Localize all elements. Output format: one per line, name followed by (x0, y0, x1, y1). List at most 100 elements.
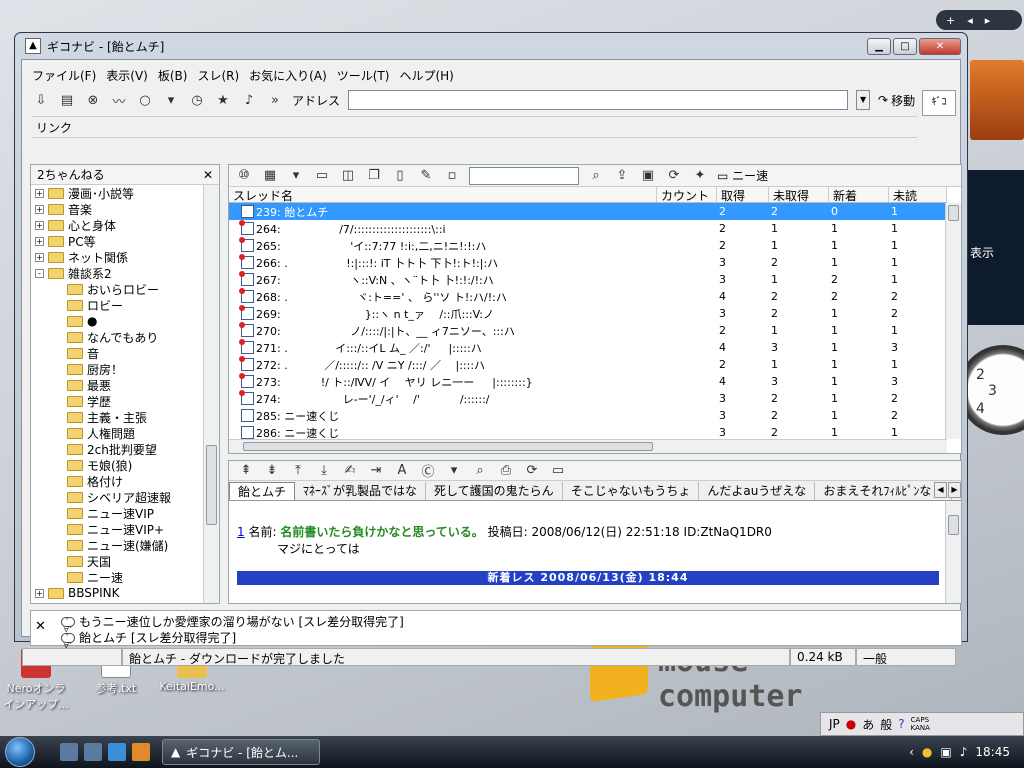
media-player-icon[interactable] (132, 743, 150, 761)
go-button[interactable]: ↷ 移動 (878, 92, 915, 109)
tree-node[interactable]: 厨房！ (67, 361, 123, 377)
table-row[interactable]: 285: ニー速くじ 3 2 1 2 (229, 407, 947, 424)
menu-favorites[interactable]: お気に入り(A) (249, 67, 327, 84)
table-row[interactable]: 267: ヽ::V:N 、ヽ¨ト卜 卜!:!:/!:ハ 3 1 2 1 (229, 271, 947, 288)
export-icon[interactable]: ⇪ (613, 167, 631, 185)
open-folder-icon[interactable]: ▣ (639, 167, 657, 185)
view-scroll-thumb[interactable] (948, 515, 959, 535)
tree-node[interactable]: + 心と身体 (35, 217, 116, 233)
count-100-icon[interactable]: Ⓒ (419, 462, 437, 480)
more-icon[interactable]: » (266, 91, 284, 109)
title-bar[interactable]: ▲ ギコナビ - [飴とムチ] ▁ □ ✕ (21, 33, 961, 59)
col-new[interactable]: 新着 (829, 187, 889, 202)
tree-node[interactable]: 音 (67, 345, 99, 361)
tree-node[interactable]: 天国 (67, 553, 111, 569)
table-row[interactable]: 271: . イ:::/::イL ム_ ／:/' |:::::ハ 4 3 1 3 (229, 339, 947, 356)
folder-icon[interactable]: ▭ (313, 167, 331, 185)
arrow-icon[interactable]: ⇥ (367, 462, 385, 480)
tree-node[interactable]: - 雑談系2 (35, 265, 112, 281)
switch-windows-icon[interactable] (84, 743, 102, 761)
tree-node[interactable]: 2ch批判要望 (67, 441, 157, 457)
post-number[interactable]: 1 (237, 525, 245, 539)
tree-node[interactable]: + ネット関係 (35, 249, 128, 265)
tree-node[interactable]: ニュー速VIP+ (67, 521, 164, 537)
tab-next-icon[interactable]: ▶ (948, 482, 961, 498)
tree-node[interactable]: なんでもあり (67, 329, 158, 345)
collapse-icon[interactable]: - (35, 268, 44, 278)
chart-icon[interactable]: 〰 (110, 91, 128, 110)
tab-3[interactable]: そこじゃないもうちょ (563, 481, 700, 500)
menu-tools[interactable]: ツール(T) (337, 67, 390, 84)
volume-icon[interactable]: ♪ (960, 745, 968, 759)
next-icon[interactable]: ▸ (985, 14, 991, 27)
list-hscroll-thumb[interactable] (243, 442, 653, 451)
sidebar-controls[interactable]: + ◂ ▸ (936, 10, 1022, 30)
edit-icon[interactable]: ✎ (417, 167, 435, 185)
table-row[interactable]: 274: レ-ー'/_/ィ' /' /::::::/ 3 2 1 2 (229, 390, 947, 407)
table-row[interactable]: 239: 飴とムチ 2 2 0 1 (229, 203, 947, 220)
menu-help[interactable]: ヘルプ(H) (399, 67, 453, 84)
col-count[interactable]: カウント (657, 187, 717, 202)
tab-prev-icon[interactable]: ◀ (934, 482, 947, 498)
expand-icon[interactable]: + (35, 204, 44, 214)
expand-icon[interactable]: + (35, 236, 44, 246)
ime-mode[interactable]: あ (862, 716, 874, 733)
timer-icon[interactable]: ◷ (188, 91, 206, 109)
expand-icon[interactable]: + (35, 588, 44, 598)
filter-combo[interactable] (469, 166, 579, 185)
small-icon[interactable]: ▫ (443, 167, 461, 185)
close-button[interactable]: ✕ (919, 37, 961, 55)
list-hscrollbar[interactable] (229, 439, 947, 453)
board-open-icon[interactable]: ▭ (549, 462, 567, 480)
tree-node[interactable]: 主義・主張 (67, 409, 147, 425)
tree-node[interactable]: + PC等 (35, 233, 96, 249)
ie-icon[interactable] (108, 743, 126, 761)
col-unread[interactable]: 未読 (889, 187, 947, 202)
help-icon[interactable]: ? (898, 717, 904, 731)
tree-node[interactable]: ロビー (67, 297, 123, 313)
tree-node[interactable]: 最悪 (67, 377, 111, 393)
count-10-icon[interactable]: ⑩ (235, 167, 253, 185)
ime-icon[interactable]: ● (846, 717, 856, 731)
tree-node[interactable]: 学歴 (67, 393, 111, 409)
address-dropdown[interactable]: ▼ (856, 90, 871, 110)
tree-node[interactable]: + 音楽 (35, 201, 92, 217)
split-icon[interactable]: ◫ (339, 167, 357, 185)
tab-5[interactable]: おまえそれﾌｨﾙﾋﾟﾝなじ (815, 481, 953, 500)
print-icon[interactable]: ⎙ (497, 462, 515, 480)
tree-node[interactable]: + 漫画･小説等 (35, 185, 134, 201)
dropdown-icon[interactable]: ▾ (287, 167, 305, 185)
expand-icon[interactable]: + (35, 252, 44, 262)
start-button[interactable] (0, 736, 40, 768)
table-row[interactable]: 269: }::ヽ n t_ァ /::爪:::V:ノ 3 2 1 2 (229, 305, 947, 322)
lang-label[interactable]: JP (829, 717, 840, 731)
tree-title[interactable]: 2ちゃんねる (37, 166, 105, 183)
close-log-icon[interactable]: ✕ (35, 619, 46, 634)
info-icon[interactable]: ● (922, 745, 932, 759)
link-label[interactable]: リンク (36, 121, 72, 135)
tree-scroll-thumb[interactable] (206, 445, 217, 525)
menu-board[interactable]: 板(B) (158, 67, 188, 84)
stop-icon[interactable]: ⊗ (84, 91, 102, 109)
view-scrollbar[interactable] (945, 501, 961, 603)
tree-node[interactable]: おいらロビー (67, 281, 159, 297)
table-row[interactable]: 272: . ／/:::::/:: /V ニY /:::/ ／ |::::ハ 2 1… (229, 356, 947, 373)
page-icon[interactable]: ▯ (391, 167, 409, 185)
menu-view[interactable]: 表示(V) (106, 67, 148, 84)
tree-node[interactable]: ニュー速(嫌儲) (67, 537, 168, 553)
download-icon[interactable]: ⇩ (32, 91, 50, 109)
menu-thread[interactable]: スレ(R) (197, 67, 239, 84)
down-icon[interactable]: ⤓ (315, 462, 333, 480)
tree-node[interactable]: ● (67, 313, 97, 329)
network-icon[interactable]: ▣ (940, 745, 951, 759)
dropdown-icon[interactable]: ▾ (162, 91, 180, 109)
expand-icon[interactable]: + (35, 188, 44, 198)
tree-scrollbar[interactable] (203, 185, 219, 603)
tree-body[interactable]: + 漫画･小説等 + 音楽 + 心と身体 + PC等 + ネット関係 - 雑談系2 おいらロビー ロビー ●… (31, 185, 219, 603)
col-notgot[interactable]: 未取得 (769, 187, 829, 202)
tree-node[interactable]: ニー速 (67, 569, 123, 585)
table-row[interactable]: 264: /7/:::::::::::::::::::::\::i 2 1 1 1 (229, 220, 947, 237)
speaker-icon[interactable]: ♪ (240, 91, 258, 109)
close-tree-icon[interactable]: ✕ (203, 168, 213, 182)
minimize-button[interactable]: ▁ (867, 37, 891, 55)
